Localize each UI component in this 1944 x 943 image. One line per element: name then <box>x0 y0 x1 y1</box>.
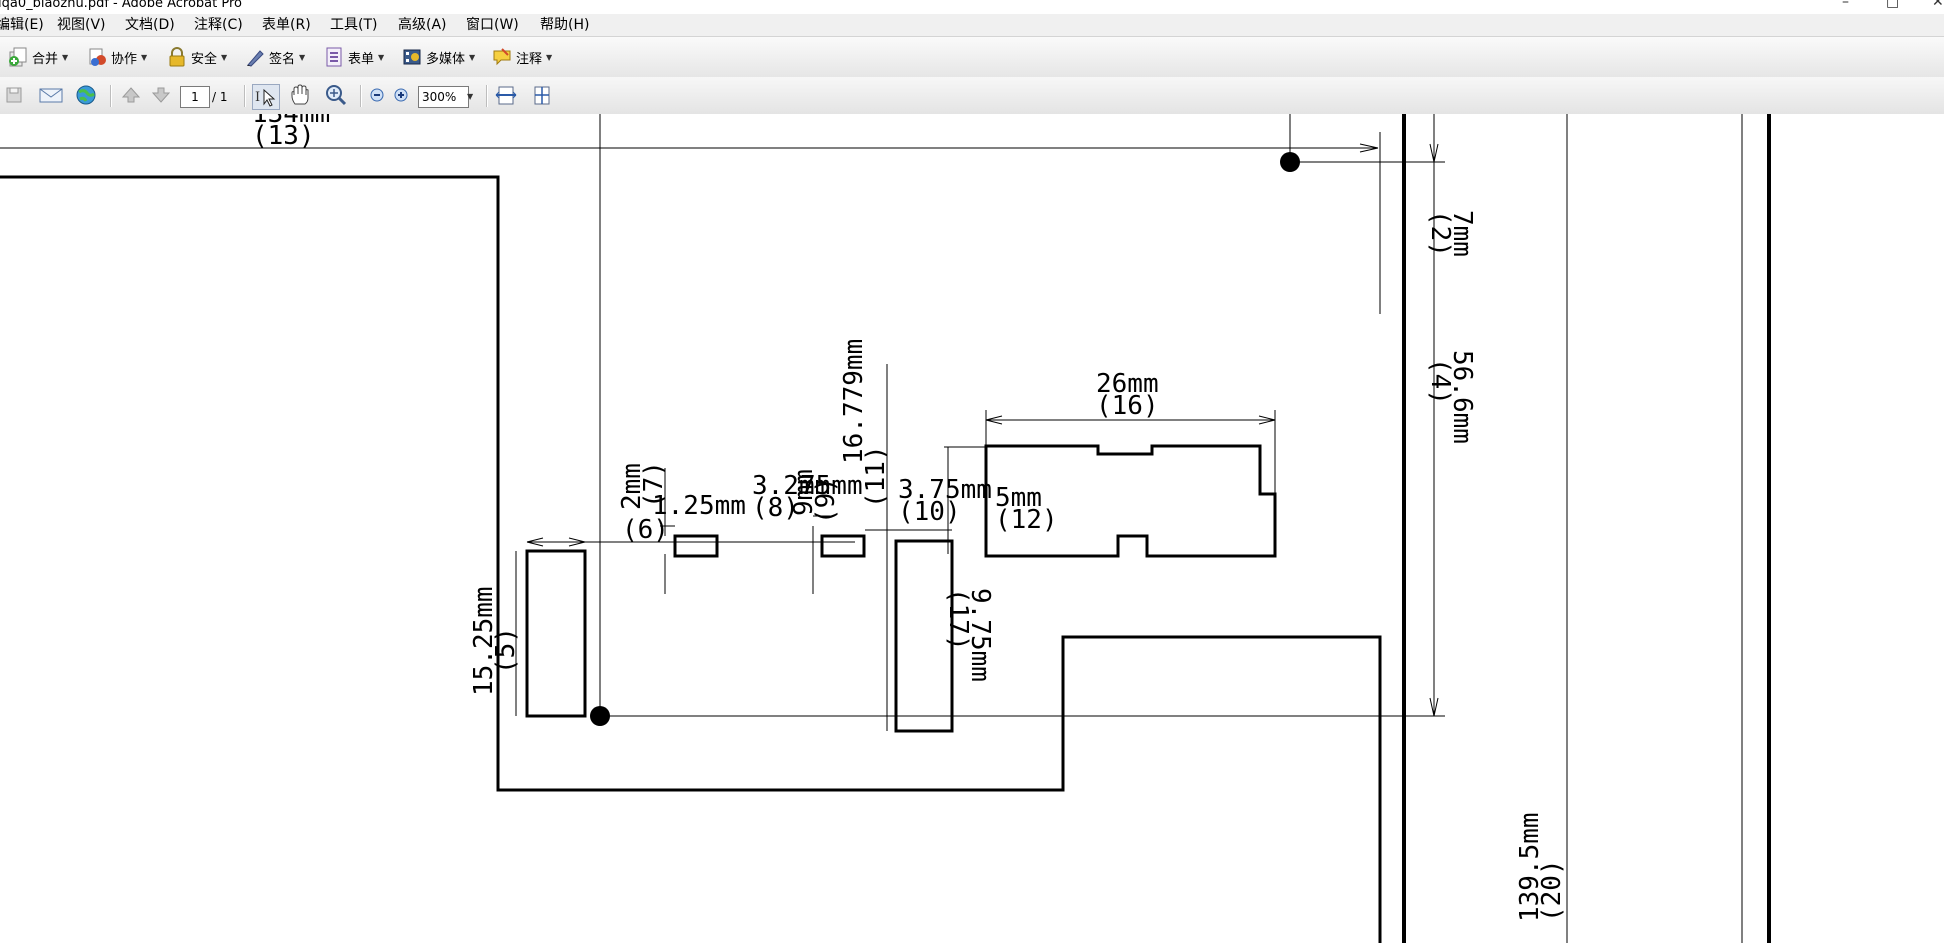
dimension-label: (12) <box>995 505 1058 535</box>
select-tool-button[interactable]: I <box>252 84 280 110</box>
component-rect <box>525 549 587 718</box>
close-button[interactable]: ✕ <box>1932 0 1944 9</box>
page-total: / 1 <box>212 90 228 104</box>
dimension-label: (8) <box>752 493 799 523</box>
svg-text:I: I <box>255 90 260 105</box>
arrow-up-icon <box>120 85 142 108</box>
security-button[interactable]: 安全 ▼ <box>167 46 227 68</box>
email-icon <box>38 85 64 108</box>
arrow-down-icon <box>150 85 172 108</box>
drawing-canvas: 134mm (13) 7mm (2) 56.6mm (4) 26mm (16) … <box>0 114 1771 943</box>
multimedia-label: 多媒体 <box>426 51 466 67</box>
dimension-label: (4) <box>1425 358 1455 405</box>
forms-button[interactable]: 表单 ▼ <box>324 46 384 68</box>
dimension-label: (17) <box>943 588 973 651</box>
security-label: 安全 <box>191 51 218 67</box>
combine-label: 合并 <box>32 51 59 67</box>
document-view[interactable]: 134mm (13) 7mm (2) 56.6mm (4) 26mm (16) … <box>0 114 1944 943</box>
dimension-label: (6) <box>622 515 669 545</box>
zoom-in-button[interactable] <box>392 85 410 107</box>
sign-button[interactable]: 签名 ▼ <box>245 46 305 68</box>
zoom-tool-button[interactable] <box>324 84 348 109</box>
chevron-down-icon: ▼ <box>221 52 228 62</box>
zoom-level-input[interactable]: 300% <box>418 86 469 108</box>
menu-edit[interactable]: 编辑(E) <box>0 14 44 36</box>
combine-button[interactable]: 合并 ▼ <box>8 46 68 68</box>
zoom-out-button[interactable] <box>368 85 386 107</box>
menu-view[interactable]: 视图(V) <box>57 14 106 36</box>
fit-page-button[interactable] <box>530 85 554 107</box>
menu-window[interactable]: 窗口(W) <box>466 14 519 36</box>
chevron-down-icon: ▼ <box>62 52 69 62</box>
forms-label: 表单 <box>348 51 375 67</box>
next-page-button[interactable] <box>150 85 172 107</box>
menu-document[interactable]: 文档(D) <box>125 14 175 36</box>
dimension-label: (5) <box>491 627 521 674</box>
chevron-down-icon: ▼ <box>546 52 553 62</box>
minimize-button[interactable]: – <box>1842 0 1849 9</box>
email-button[interactable] <box>38 85 64 107</box>
hand-tool-button[interactable] <box>288 83 312 109</box>
save-button[interactable] <box>4 85 24 107</box>
globe-icon <box>74 84 98 109</box>
zoom-dropdown[interactable]: ▼ <box>467 85 473 107</box>
task-toolbar: 合并 ▼ 协作 ▼ 安全 ▼ 签名 ▼ 表单 ▼ 多媒体 ▼ 注释 ▼ <box>0 36 1944 78</box>
menu-bar: 编辑(E) 视图(V) 文档(D) 注释(C) 表单(R) 工具(T) 高级(A… <box>0 14 1944 36</box>
restore-button[interactable]: □ <box>1886 0 1899 9</box>
zoom-out-icon <box>368 85 386 108</box>
comment-icon <box>492 47 512 67</box>
hand-icon <box>288 83 312 109</box>
dimension-label: 16.779mm <box>839 339 869 464</box>
navigation-toolbar: 1 / 1 I 300% ▼ <box>0 77 1944 115</box>
comment-button[interactable]: 注释 ▼ <box>492 46 552 68</box>
chevron-down-icon: ▼ <box>299 52 306 62</box>
multimedia-button[interactable]: 多媒体 ▼ <box>402 46 475 68</box>
fit-width-icon <box>494 84 518 109</box>
chevron-down-icon: ▼ <box>467 91 474 101</box>
pen-icon <box>245 47 265 67</box>
dimension-label: (2) <box>1425 210 1455 257</box>
menu-advanced[interactable]: 高级(A) <box>398 14 447 36</box>
fit-width-button[interactable] <box>494 85 518 107</box>
collaborate-button[interactable]: 协作 ▼ <box>87 46 147 68</box>
window-title: iqa0_biaozhu.pdf - Adobe Acrobat Pro <box>0 0 243 11</box>
save-icon <box>4 85 24 108</box>
dimension-label: (20) <box>1537 859 1567 922</box>
dimension-label: 75mm <box>800 471 863 501</box>
fit-page-icon <box>530 84 554 109</box>
multimedia-icon <box>402 47 422 67</box>
chevron-down-icon: ▼ <box>141 52 148 62</box>
toolbar-divider <box>244 85 246 107</box>
chevron-down-icon: ▼ <box>378 52 385 62</box>
web-button[interactable] <box>74 85 98 107</box>
toolbar-divider <box>360 85 362 107</box>
combine-icon <box>8 47 28 67</box>
magnifier-icon <box>324 84 348 109</box>
dimension-label: (11) <box>861 445 891 508</box>
menu-forms[interactable]: 表单(R) <box>262 14 311 36</box>
menu-tools[interactable]: 工具(T) <box>330 14 377 36</box>
dimension-label: (10) <box>898 497 961 527</box>
dimension-label: (13) <box>252 121 315 151</box>
collaborate-label: 协作 <box>111 51 138 67</box>
previous-page-button[interactable] <box>120 85 142 107</box>
sign-label: 签名 <box>269 51 296 67</box>
toolbar-divider <box>110 85 112 107</box>
menu-help[interactable]: 帮助(H) <box>540 14 589 36</box>
comment-label: 注释 <box>516 51 543 67</box>
board-outline <box>0 175 1382 943</box>
lock-icon <box>167 47 187 67</box>
chevron-down-icon: ▼ <box>469 52 476 62</box>
dimension-label: (16) <box>1096 391 1159 421</box>
component-rect <box>820 534 866 558</box>
collaborate-icon <box>87 47 107 67</box>
zoom-in-icon <box>392 85 410 108</box>
component-rect <box>673 534 719 558</box>
menu-comments[interactable]: 注释(C) <box>194 14 243 36</box>
text-select-icon: I <box>253 85 279 110</box>
form-icon <box>324 47 344 67</box>
toolbar-divider <box>486 85 488 107</box>
page-number-input[interactable]: 1 <box>180 86 210 108</box>
title-bar: iqa0_biaozhu.pdf - Adobe Acrobat Pro – □… <box>0 0 1944 14</box>
